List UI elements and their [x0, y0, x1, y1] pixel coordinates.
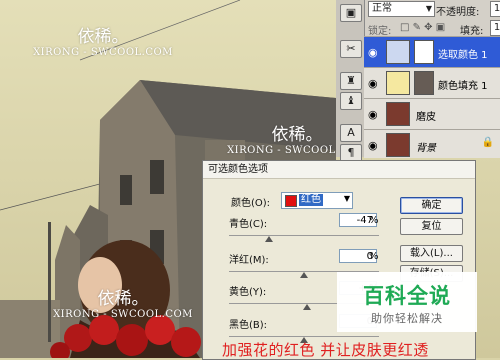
- layer-name: 颜色填充 1: [438, 81, 488, 92]
- badge-title: 百科全说: [363, 284, 451, 308]
- dialog-title: 可选颜色选项: [203, 161, 475, 179]
- mask-thumbnail: [414, 40, 434, 64]
- blend-mode-value: 正常: [372, 3, 392, 14]
- color-select-value: 红色: [299, 194, 323, 206]
- image-thumbnail: [386, 133, 410, 157]
- cyan-unit: %: [369, 215, 379, 226]
- color-label: 颜色(O):: [231, 198, 271, 209]
- screen-mode-icon[interactable]: ▣: [340, 4, 362, 22]
- crossed-tools-icon[interactable]: ✂: [340, 40, 362, 58]
- mask-thumbnail: [414, 71, 434, 95]
- chevron-down-icon: ▼: [425, 4, 432, 13]
- layer-name: 背景: [416, 143, 436, 154]
- eye-icon[interactable]: ◉: [368, 108, 378, 121]
- eye-icon[interactable]: ◉: [368, 77, 378, 90]
- watermark-text-en: XIRONG - SWCOOL.COM: [33, 46, 173, 58]
- cyan-slider-track[interactable]: [229, 235, 379, 236]
- fill-field[interactable]: 1: [490, 20, 500, 36]
- clone-stamp-icon[interactable]: ♜: [340, 72, 362, 90]
- magenta-unit: %: [369, 251, 379, 262]
- blend-mode-select[interactable]: 正常 ▼: [368, 1, 435, 17]
- yellow-slider-handle[interactable]: [303, 304, 311, 310]
- watermark-text-en: XIRONG - SWCOOL.COM: [53, 308, 193, 320]
- reset-button[interactable]: 复位: [400, 218, 463, 235]
- layer-name: 选取颜色 1: [438, 50, 488, 61]
- eye-icon[interactable]: ◉: [368, 139, 378, 152]
- caption-text: 加强花的红色 并让皮肤更红透: [222, 341, 429, 359]
- adjustment-thumbnail: [386, 40, 410, 64]
- lock-icons[interactable]: □ ✎ ✥ ▣: [400, 22, 445, 33]
- blend-row: 正常 ▼ 不透明度: 1: [364, 0, 500, 18]
- chevron-down-icon: ▼: [343, 194, 350, 203]
- type-tool-icon[interactable]: A: [340, 124, 362, 142]
- cyan-label: 青色(C):: [229, 219, 268, 230]
- eye-icon[interactable]: ◉: [368, 46, 378, 59]
- lock-label: 锁定:: [368, 26, 392, 37]
- watermark-bottom-left: 依稀。 XIRONG - SWCOOL.COM: [48, 290, 198, 320]
- yellow-label: 黄色(Y):: [229, 287, 267, 298]
- watermark-text-cn: 依稀。: [77, 27, 129, 47]
- magenta-label: 洋红(M):: [229, 255, 269, 266]
- layer-row-selective-color[interactable]: ◉ 选取颜色 1: [364, 36, 500, 67]
- magenta-slider-handle[interactable]: [300, 272, 308, 278]
- layer-row-color-fill[interactable]: ◉ 颜色填充 1: [364, 67, 500, 98]
- red-swatch: [285, 195, 297, 207]
- image-thumbnail: [386, 102, 410, 126]
- tool-column: ▣ ✂ ♜ ♝ A ¶: [336, 0, 365, 162]
- load-button[interactable]: 载入(L)...: [400, 245, 463, 262]
- opacity-label: 不透明度:: [436, 7, 480, 18]
- lock-icon: 🔒: [481, 137, 494, 148]
- lock-row: 锁定: □ ✎ ✥ ▣ 填充: 1: [364, 19, 500, 37]
- layer-row-smoothing[interactable]: ◉ 磨皮: [364, 98, 500, 129]
- fill-thumbnail: [386, 71, 410, 95]
- color-select[interactable]: 红色 ▼: [281, 192, 353, 209]
- watermark-text-cn: 依稀。: [97, 289, 149, 309]
- opacity-field[interactable]: 1: [490, 1, 500, 17]
- layer-row-background[interactable]: ◉ 背景 🔒: [364, 129, 500, 158]
- badge-subtitle: 助你轻松解决: [371, 312, 443, 325]
- cyan-slider-handle[interactable]: [264, 236, 273, 242]
- baike-logo-badge: 百科全说 助你轻松解决: [337, 272, 477, 332]
- watermark-top-left: 依稀。 XIRONG - SWCOOL.COM: [28, 28, 178, 58]
- layer-name: 磨皮: [416, 112, 436, 123]
- black-label: 黑色(B):: [229, 320, 268, 331]
- fill-label: 填充:: [460, 26, 484, 37]
- ok-button[interactable]: 确定: [400, 197, 463, 214]
- history-brush-icon[interactable]: ♝: [340, 92, 362, 110]
